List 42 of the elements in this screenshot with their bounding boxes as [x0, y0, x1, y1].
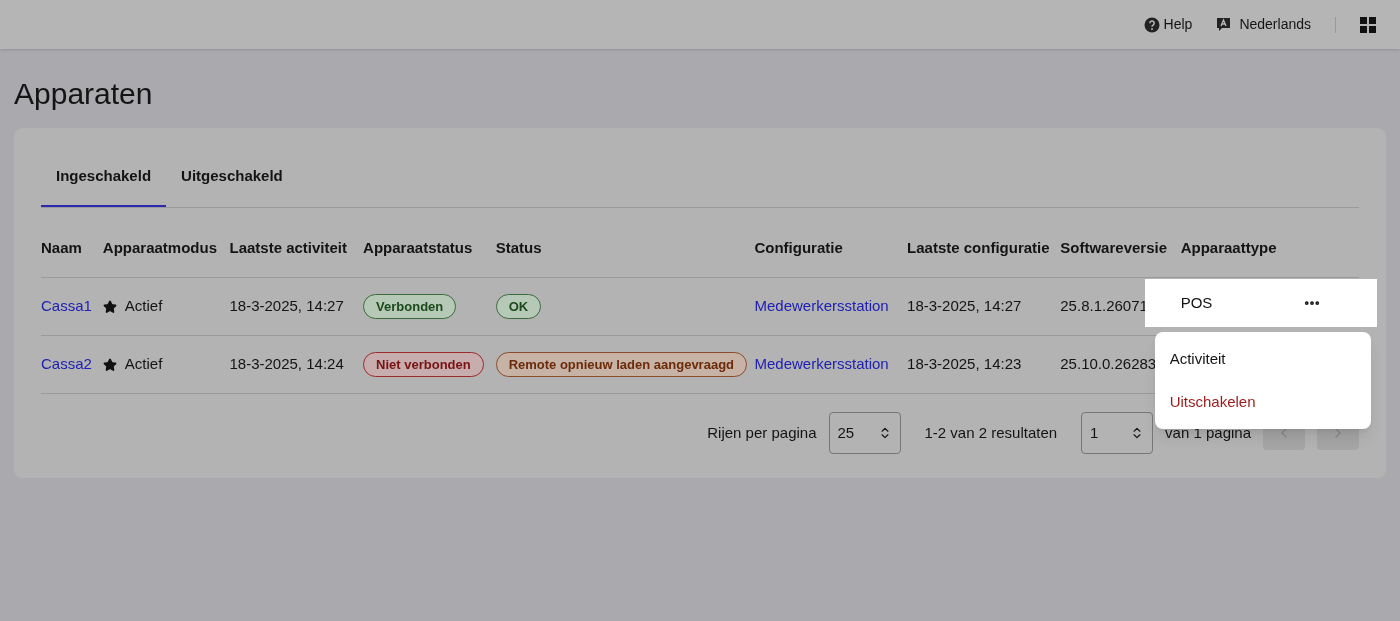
- rows-per-page-select[interactable]: 25: [828, 412, 901, 454]
- table-cell: 18-3-2025, 14:23: [907, 355, 1022, 373]
- apps-grid-icon[interactable]: [1360, 16, 1376, 33]
- table-cell: 18-3-2025, 14:27: [907, 297, 1022, 315]
- table-cell: 25.10.0.26283: [1060, 355, 1157, 373]
- device-link[interactable]: Cassa1: [41, 297, 92, 315]
- column-header: Apparaatstatus: [363, 239, 473, 256]
- language-selector[interactable]: Nederlands: [1216, 14, 1311, 35]
- language-icon: [1216, 17, 1232, 32]
- column-header: Configuratie: [754, 239, 843, 256]
- page-title: Apparaten: [14, 76, 154, 112]
- menu-item[interactable]: Activiteit: [1154, 338, 1371, 381]
- configuration-link[interactable]: Medewerkersstation: [754, 297, 889, 315]
- column-header: Status: [495, 239, 542, 256]
- rows-per-page-label: Rijen per pagina: [707, 422, 817, 443]
- column-header: Laatste activiteit: [229, 239, 348, 256]
- page-select[interactable]: 1: [1081, 412, 1154, 454]
- configuration-link[interactable]: Medewerkersstation: [754, 355, 889, 373]
- table-cell-text: POS: [1180, 292, 1213, 313]
- column-header: Apparaattype: [1180, 239, 1277, 256]
- tab[interactable]: Uitgeschakeld: [166, 148, 298, 207]
- status-badge: Verbonden: [363, 293, 457, 320]
- column-header: Apparaatmodus: [102, 239, 217, 256]
- status-badge: OK: [495, 293, 542, 320]
- mode-text: Actief: [124, 354, 163, 375]
- tab[interactable]: Ingeschakeld: [41, 148, 167, 207]
- help-icon: [1143, 16, 1160, 33]
- column-header: Softwareversie: [1060, 239, 1167, 256]
- star-icon: [102, 299, 117, 314]
- table-cell: 25.8.1.26071: [1060, 297, 1148, 315]
- star-icon: [102, 357, 117, 372]
- column-header: Laatste configuratie: [907, 239, 1050, 256]
- column-header: Naam: [41, 239, 82, 256]
- results-count: 1-2 van 2 resultaten: [924, 422, 1058, 443]
- help-link[interactable]: Help: [1143, 14, 1193, 35]
- menu-item[interactable]: Uitschakelen: [1154, 380, 1371, 423]
- device-link[interactable]: Cassa2: [41, 355, 92, 373]
- table-cell: 18-3-2025, 14:24: [229, 355, 344, 373]
- status-badge: Remote opnieuw laden aangevraagd: [495, 351, 747, 378]
- mode-text: Actief: [124, 296, 163, 317]
- status-badge: Niet verbonden: [363, 351, 484, 378]
- table-cell: 18-3-2025, 14:27: [229, 297, 344, 315]
